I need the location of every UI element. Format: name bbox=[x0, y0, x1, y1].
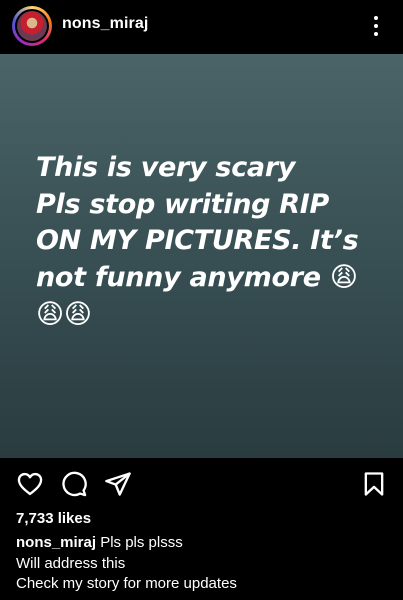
caption-username[interactable]: nons_miraj bbox=[16, 534, 96, 551]
likes-count[interactable]: 7,733 likes bbox=[16, 510, 91, 527]
bookmark-icon[interactable] bbox=[360, 470, 388, 498]
caption-line: Check my story for more updates bbox=[16, 575, 237, 592]
caption-line: Will address this bbox=[16, 554, 126, 572]
post-header: nons_miraj bbox=[0, 0, 403, 52]
profile-avatar[interactable] bbox=[12, 6, 52, 46]
post-text-line: ON MY PICTURES. It’s bbox=[36, 225, 359, 257]
caption-first-line: nons_miraj Pls pls plsss bbox=[16, 533, 391, 554]
avatar-photo bbox=[17, 11, 47, 41]
comment-bubble-icon[interactable] bbox=[60, 470, 88, 498]
avatar-ring-gap bbox=[15, 9, 49, 43]
post-text-line: not funny anymore 😩 bbox=[36, 262, 358, 294]
post-text-line: 😩😩 bbox=[36, 298, 92, 330]
paper-plane-icon[interactable] bbox=[104, 470, 132, 498]
header-username[interactable]: nons_miraj bbox=[62, 15, 148, 33]
action-bar bbox=[0, 462, 403, 506]
post-text: This is very scary Pls stop writing RIP … bbox=[36, 150, 376, 334]
post-text-line: This is very scary bbox=[36, 152, 296, 183]
more-options-icon[interactable] bbox=[365, 12, 387, 40]
post-text-line: Pls stop writing RIP bbox=[36, 188, 330, 220]
post-image[interactable]: This is very scary Pls stop writing RIP … bbox=[0, 54, 403, 458]
caption-text: Pls pls plsss bbox=[96, 534, 183, 551]
heart-icon[interactable] bbox=[16, 470, 44, 498]
post-caption: nons_miraj Pls pls plsss Will address th… bbox=[16, 533, 391, 595]
